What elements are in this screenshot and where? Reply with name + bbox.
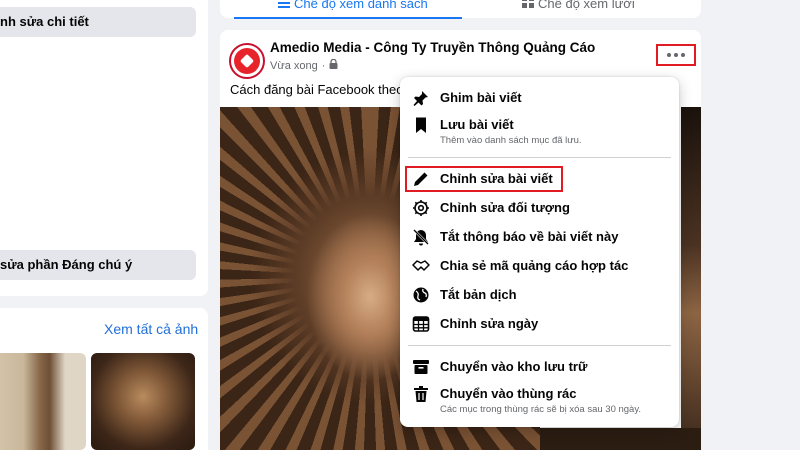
post-text: Cách đăng bài Facebook theo đ — [230, 82, 415, 97]
calendar-icon — [412, 315, 430, 333]
view-tabs: Chế độ xem danh sách Chế độ xem lưới — [220, 0, 701, 18]
tab-grid-view[interactable]: Chế độ xem lưới — [522, 0, 635, 11]
menu-item-label: Tắt thông báo về bài viết này — [440, 229, 619, 244]
menu-item-mute-notifications[interactable]: Tắt thông báo về bài viết này — [408, 228, 671, 246]
menu-item-sublabel: Thêm vào danh sách mục đã lưu. — [440, 135, 582, 146]
page-logo — [234, 48, 260, 74]
gear-icon — [412, 199, 430, 217]
menu-item-share-ad-code[interactable]: Chia sẻ mã quảng cáo hợp tác — [408, 257, 671, 275]
list-icon — [278, 0, 290, 11]
grid-icon — [522, 0, 534, 11]
meta-separator: · — [321, 59, 326, 72]
bell-off-icon — [412, 228, 430, 246]
photo-thumbnail[interactable] — [0, 353, 86, 450]
post-options-menu: Ghim bài viết Lưu bài viết Thêm vào danh… — [400, 77, 679, 427]
edit-post-highlight — [405, 166, 563, 192]
post-photo-secondary[interactable] — [540, 428, 701, 450]
post-photo-secondary[interactable] — [681, 107, 701, 450]
pin-icon — [412, 89, 430, 107]
menu-item-edit-audience[interactable]: Chỉnh sửa đối tượng — [408, 199, 671, 217]
more-dots-icon — [667, 53, 671, 57]
menu-item-edit-date[interactable]: Chỉnh sửa ngày — [408, 315, 671, 333]
handshake-icon — [412, 257, 430, 275]
page-name-link[interactable]: Amedio Media - Công Ty Truyền Thông Quản… — [270, 40, 595, 55]
menu-item-label: Lưu bài viết — [440, 117, 514, 132]
more-options-button[interactable] — [656, 44, 696, 66]
active-tab-indicator — [234, 17, 462, 19]
menu-item-turn-off-translation[interactable]: Tắt bản dịch — [408, 286, 671, 304]
bookmark-icon — [412, 116, 430, 134]
menu-item-label: Tắt bản dịch — [440, 287, 517, 302]
menu-item-label: Chuyển vào kho lưu trữ — [440, 359, 588, 374]
menu-item-move-to-trash[interactable]: Chuyển vào thùng rác Các mục trong thùng… — [408, 385, 671, 416]
edit-featured-button[interactable]: sửa phần Đáng chú ý — [0, 250, 196, 280]
edit-details-button[interactable]: nh sửa chi tiết — [0, 7, 196, 37]
menu-item-label: Chỉnh sửa đối tượng — [440, 200, 570, 215]
menu-divider — [408, 157, 671, 158]
page-avatar[interactable] — [229, 43, 265, 79]
globe-icon — [412, 286, 430, 304]
tab-list-view[interactable]: Chế độ xem danh sách — [278, 0, 428, 11]
menu-item-pin[interactable]: Ghim bài viết — [408, 89, 671, 107]
archive-icon — [412, 358, 430, 376]
tab-list-view-label: Chế độ xem danh sách — [294, 0, 428, 11]
menu-item-sublabel: Các mục trong thùng rác sẽ bị xóa sau 30… — [440, 404, 642, 415]
menu-item-label: Chỉnh sửa ngày — [440, 316, 539, 331]
post-timestamp[interactable]: Vừa xong — [270, 60, 318, 72]
menu-item-label: Ghim bài viết — [440, 90, 522, 105]
menu-item-label: Chia sẻ mã quảng cáo hợp tác — [440, 258, 629, 273]
menu-divider — [408, 345, 671, 346]
photo-thumbnail[interactable] — [91, 353, 195, 450]
see-all-photos-link[interactable]: Xem tất cả ảnh — [104, 321, 198, 337]
menu-item-label: Chuyển vào thùng rác — [440, 386, 577, 401]
intro-card: nh sửa chi tiết sửa phần Đáng chú ý — [0, 0, 208, 296]
trash-icon — [412, 385, 430, 403]
lock-icon[interactable] — [329, 58, 338, 72]
post-meta: Vừa xong · — [270, 58, 338, 72]
tab-grid-view-label: Chế độ xem lưới — [538, 0, 635, 11]
menu-item-archive[interactable]: Chuyển vào kho lưu trữ — [408, 358, 671, 376]
menu-item-save[interactable]: Lưu bài viết Thêm vào danh sách mục đã l… — [408, 116, 671, 147]
